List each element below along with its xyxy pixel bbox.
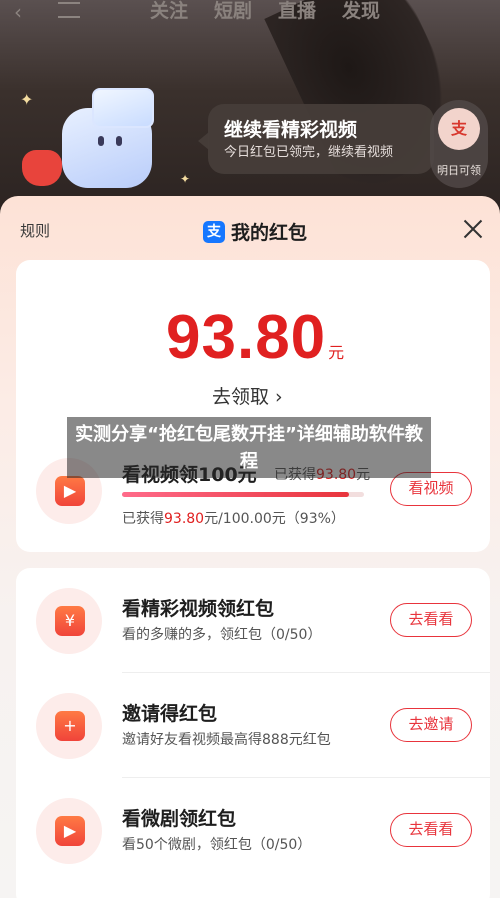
tv-glyph: ▶	[55, 816, 85, 846]
balance-amount: 93.80 元	[166, 302, 344, 373]
tab-live[interactable]: 直播	[278, 0, 316, 23]
sparkle-icon: ✦	[180, 172, 191, 186]
task-list-card: ¥ 看精彩视频领红包 看的多赚的多，领红包（0/50） 去看看 + 邀请得红包 …	[16, 568, 490, 898]
progress-text: 已获得93.80元/100.00元（93%）	[122, 508, 345, 528]
tab-follow[interactable]: 关注	[150, 0, 188, 23]
red-bag-icon	[22, 150, 62, 186]
menu-icon[interactable]	[58, 2, 80, 18]
mascot-eye	[116, 136, 122, 146]
top-nav: ‹ 关注 短剧 直播 发现	[0, 0, 500, 24]
yuan-glyph: ¥	[55, 606, 85, 636]
alipay-icon: 支	[203, 220, 225, 243]
progress-suffix: 元/100.00元（93%）	[204, 511, 345, 527]
mascot-eye	[98, 136, 104, 146]
task-subtitle: 看的多赚的多，领红包（0/50）	[122, 627, 322, 643]
rules-link[interactable]: 规则	[20, 220, 50, 241]
play-icon-glyph: ▶	[55, 476, 85, 506]
task-row: + 邀请得红包 邀请好友看视频最高得888元红包 去邀请	[16, 673, 490, 778]
tab-short-drama[interactable]: 短剧	[214, 0, 252, 23]
tomorrow-label: 明日可领	[437, 164, 481, 177]
progress-bar	[122, 492, 364, 497]
caption-overlay: 实测分享“抢红包尾数开挂”详细辅助软件教程	[67, 417, 431, 478]
amount-value: 93.80	[166, 303, 327, 372]
tv-play-icon: ▶	[36, 798, 102, 864]
invite-glyph: +	[55, 711, 85, 741]
progress-value: 93.80	[164, 511, 205, 527]
mascot-illustration	[22, 88, 162, 188]
bubble-subtitle: 今日红包已领完，继续看视频	[224, 145, 394, 160]
tab-discover[interactable]: 发现	[342, 0, 380, 23]
task-row: ¥ 看精彩视频领红包 看的多赚的多，领红包（0/50） 去看看	[16, 568, 490, 673]
invite-button[interactable]: 去邀请	[390, 708, 472, 742]
invite-user-icon: +	[36, 693, 102, 759]
sheet-title: 支 我的红包	[203, 218, 307, 245]
top-tabs: 关注 短剧 直播 发现	[150, 0, 380, 23]
yuan-icon: ¥	[36, 588, 102, 654]
sheet-header: 规则 支 我的红包	[0, 196, 500, 264]
task-subtitle: 看50个微剧，领红包（0/50）	[122, 837, 312, 853]
task-subtitle: 邀请好友看视频最高得888元红包	[122, 732, 331, 748]
task-title: 看精彩视频领红包	[122, 598, 275, 620]
mascot-screen	[92, 88, 154, 128]
bubble-title: 继续看精彩视频	[224, 119, 358, 141]
task-row: ▶ 看微剧领红包 看50个微剧，领红包（0/50） 去看看	[16, 778, 490, 883]
red-packet-sheet: 规则 支 我的红包 93.80 元 去领取 › ▶ 看视频领100元 已获得93…	[0, 196, 500, 898]
claim-link[interactable]: 去领取 ›	[212, 382, 283, 409]
sheet-title-text: 我的红包	[231, 222, 308, 244]
progress-prefix: 已获得	[122, 511, 164, 527]
alipay-badge-icon: 支	[438, 108, 480, 150]
task-title: 看微剧领红包	[122, 808, 237, 830]
continue-watch-bubble[interactable]: 继续看精彩视频 今日红包已领完，继续看视频	[198, 104, 434, 174]
amount-unit: 元	[328, 343, 345, 362]
tomorrow-badge[interactable]: 支 明日可领	[430, 100, 488, 188]
sparkle-icon: ✦	[20, 90, 34, 109]
go-watch-button[interactable]: 去看看	[390, 603, 472, 637]
close-icon[interactable]	[460, 216, 486, 242]
progress-fill	[122, 492, 349, 497]
task-title: 邀请得红包	[122, 703, 218, 725]
back-arrow-icon[interactable]: ‹	[14, 0, 22, 24]
go-watch-drama-button[interactable]: 去看看	[390, 813, 472, 847]
